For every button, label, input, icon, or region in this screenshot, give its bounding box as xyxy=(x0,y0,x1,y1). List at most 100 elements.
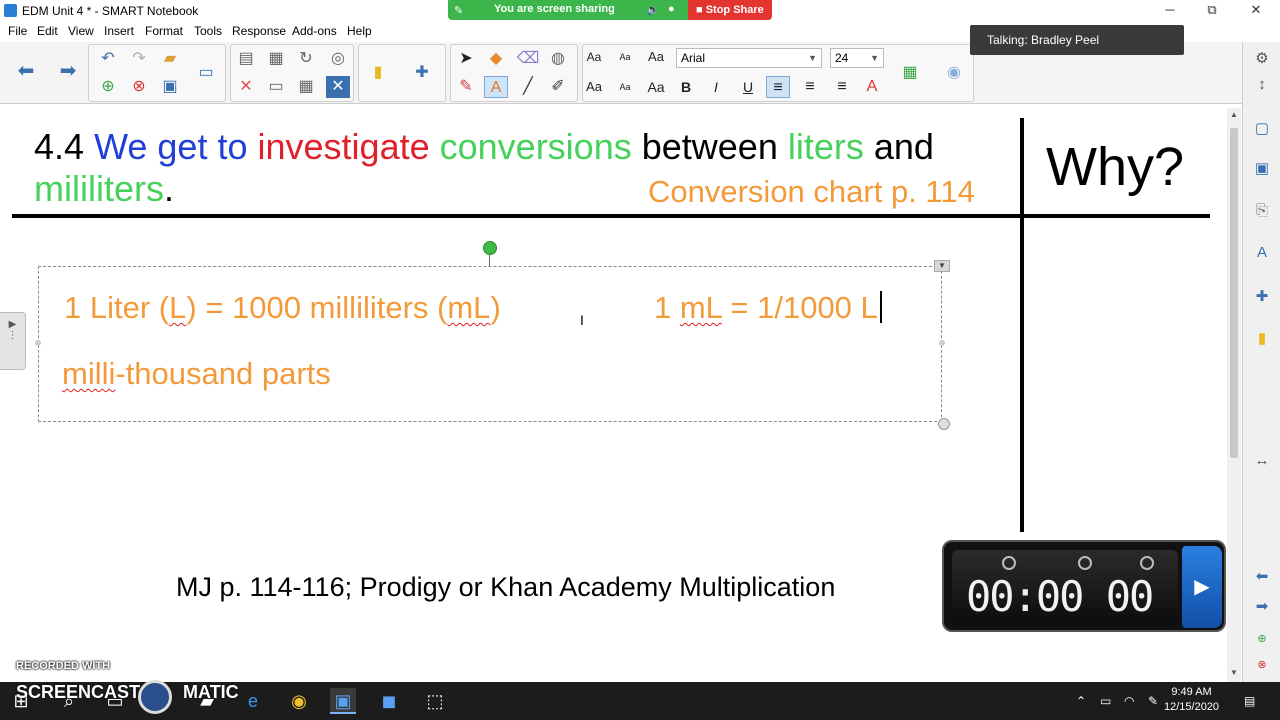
timer-play-button[interactable]: ▶ xyxy=(1182,546,1222,628)
magic-pen-icon[interactable]: ✐ xyxy=(546,76,570,98)
gallery-icon[interactable]: ▣ xyxy=(1251,158,1273,180)
lesson-activity-icon[interactable]: ▮ xyxy=(366,62,390,84)
share-pin-icon[interactable]: ✎ xyxy=(454,4,466,17)
move-sidebar-icon[interactable]: ↕ xyxy=(1251,74,1273,96)
battery-icon[interactable]: ▭ xyxy=(1100,694,1111,708)
menu-format[interactable]: Format xyxy=(145,24,183,38)
left-side-handle[interactable] xyxy=(35,340,41,346)
subscript-icon[interactable]: Aa xyxy=(613,76,637,98)
shapes-icon[interactable]: ◆ xyxy=(484,48,508,70)
align-left-icon[interactable]: ≡ xyxy=(766,76,790,98)
add-page-icon[interactable]: ⊕ xyxy=(96,76,120,98)
text-tool-icon[interactable]: A xyxy=(484,76,508,98)
screen-shade-icon[interactable]: ▭ xyxy=(264,76,288,98)
properties-tab-icon[interactable]: A xyxy=(1251,242,1273,264)
zoom-icon[interactable]: ◼ xyxy=(376,688,402,714)
rotate-icon[interactable]: ↻ xyxy=(294,48,318,70)
italic-button[interactable]: I xyxy=(704,76,728,98)
undo-icon[interactable]: ↶ xyxy=(96,48,120,70)
scroll-up-icon[interactable]: ▲ xyxy=(1228,110,1240,122)
properties-icon[interactable]: ◉ xyxy=(942,62,966,84)
text-larger-icon[interactable]: Aa xyxy=(644,46,668,68)
shield-icon[interactable]: ● xyxy=(668,3,675,15)
add-page-small-icon[interactable]: ⊕ xyxy=(1251,628,1273,650)
addons-tab-icon[interactable]: ✚ xyxy=(1251,286,1273,308)
wifi-icon[interactable]: ◠ xyxy=(1124,694,1134,708)
bold-button[interactable]: B xyxy=(674,76,698,98)
right-side-handle[interactable] xyxy=(939,340,945,346)
menu-file[interactable]: File xyxy=(8,24,27,38)
font-family-select[interactable]: Arial ▼ xyxy=(676,48,822,68)
system-clock[interactable]: 9:49 AM 12/15/2020 xyxy=(1164,685,1219,715)
chrome-icon[interactable]: ◉ xyxy=(286,688,312,714)
speaker-icon[interactable]: 🔈 xyxy=(646,3,660,16)
rotate-handle[interactable] xyxy=(483,241,497,255)
tray-chevron-up-icon[interactable]: ⌃ xyxy=(1076,694,1086,708)
lesson-tab-icon[interactable]: ▮ xyxy=(1251,328,1273,350)
pens-icon[interactable]: ✎ xyxy=(454,76,478,98)
watermark-brand-a: SCREENCAST xyxy=(16,682,141,702)
menu-insert[interactable]: Insert xyxy=(104,24,134,38)
menu-edit[interactable]: Edit xyxy=(37,24,58,38)
document-camera-icon[interactable]: ◎ xyxy=(326,48,350,70)
minimize-button[interactable]: ─ xyxy=(1150,2,1190,20)
open-folder-icon[interactable]: ▰ xyxy=(158,48,182,70)
text-effects-icon[interactable]: A xyxy=(860,76,884,98)
align-right-icon[interactable]: ≡ xyxy=(830,76,854,98)
paste-icon[interactable]: ▤ xyxy=(234,48,258,70)
stop-share-button[interactable]: ■ Stop Share xyxy=(688,0,772,20)
menu-response[interactable]: Response xyxy=(232,24,286,38)
page-sorter-icon[interactable]: ▢ xyxy=(1251,118,1273,140)
resize-handle[interactable] xyxy=(938,418,950,430)
vertical-scrollbar[interactable]: ▲ ▼ xyxy=(1227,108,1241,682)
scroll-down-icon[interactable]: ▼ xyxy=(1228,668,1240,680)
menu-view[interactable]: View xyxy=(68,24,94,38)
select-arrow-icon[interactable]: ➤ xyxy=(454,48,478,70)
notifications-icon[interactable]: ▤ xyxy=(1244,694,1255,708)
redo-icon[interactable]: ↷ xyxy=(127,48,151,70)
edge-icon[interactable]: e xyxy=(240,688,266,714)
countdown-timer-widget[interactable]: 00:00 00 ▶ xyxy=(942,540,1226,632)
expand-arrows-icon[interactable]: ↔ xyxy=(1251,450,1273,472)
menu-addons[interactable]: Add-ons xyxy=(292,24,337,38)
object-menu-handle[interactable]: ▼ xyxy=(934,260,950,272)
back-arrow-icon[interactable]: ⬅ xyxy=(14,60,38,82)
attachments-icon[interactable]: ⎘ xyxy=(1251,200,1273,222)
font-size-select[interactable]: 24 ▼ xyxy=(830,48,884,68)
snipping-tool-icon[interactable]: ⬚ xyxy=(422,688,448,714)
restore-button[interactable]: ⧉ xyxy=(1192,2,1232,20)
text-smaller-icon[interactable]: Aa xyxy=(613,46,637,68)
next-page-icon[interactable]: ➡ xyxy=(1251,596,1273,618)
close-button[interactable]: ✕ xyxy=(1236,2,1276,20)
delete-page-small-icon[interactable]: ⊗ xyxy=(1251,654,1273,676)
menu-help[interactable]: Help xyxy=(347,24,372,38)
text-style-aa-icon[interactable]: Aa xyxy=(582,46,606,68)
previous-page-icon[interactable]: ⬅ xyxy=(1251,566,1273,588)
smart-notebook-task-icon[interactable]: ▣ xyxy=(330,688,356,714)
addons-puzzle-icon[interactable]: ✚ xyxy=(410,62,434,84)
timer-minutes-knob[interactable] xyxy=(1002,556,1016,570)
delete-page-icon[interactable]: ⊗ xyxy=(127,76,151,98)
eraser-icon[interactable]: ⌫ xyxy=(516,48,540,70)
save-icon[interactable]: ▣ xyxy=(158,76,182,98)
align-center-icon[interactable]: ≡ xyxy=(798,76,822,98)
timer-seconds-knob[interactable] xyxy=(1078,556,1092,570)
fill-icon[interactable]: ◍ xyxy=(546,48,570,70)
underline-button[interactable]: U xyxy=(736,76,760,98)
menu-tools[interactable]: Tools xyxy=(194,24,222,38)
gear-icon[interactable]: ⚙ xyxy=(1251,48,1273,70)
close-x-box-icon[interactable]: ✕ xyxy=(326,76,350,98)
superscript-icon[interactable]: Aa xyxy=(644,76,668,98)
forward-arrow-icon[interactable]: ➡ xyxy=(56,60,80,82)
delete-object-icon[interactable]: ✕ xyxy=(234,76,258,98)
screen-capture-icon[interactable]: ▦ xyxy=(264,48,288,70)
timer-hundredths-knob[interactable] xyxy=(1140,556,1154,570)
pen-icon[interactable]: ✎ xyxy=(1148,694,1158,708)
collapse-sidebar-tab[interactable]: ▶ ⋮ xyxy=(0,312,26,370)
display-screen-icon[interactable]: ▭ xyxy=(194,62,218,84)
color-palette-icon[interactable]: ▦ xyxy=(898,62,922,84)
text-case-icon[interactable]: Aa xyxy=(582,76,606,98)
scroll-thumb[interactable] xyxy=(1230,128,1238,458)
table-icon[interactable]: ▦ xyxy=(294,76,318,98)
line-tool-icon[interactable]: ╱ xyxy=(516,76,540,98)
